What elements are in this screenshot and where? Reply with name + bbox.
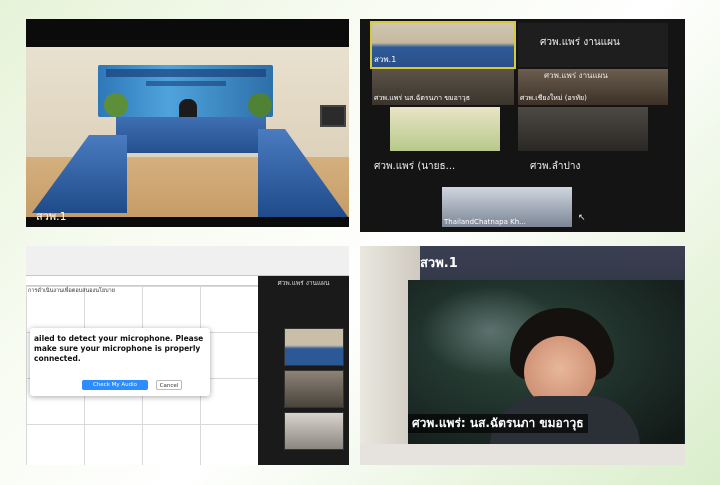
gallery-view-photo: สวพ.1 ศวพ.แพร่ งานแผน ศวพ.แพร่ นส.ฉัตรนภ…: [360, 19, 685, 232]
sheet-heading: การดำเนินงานเพื่อตอบสนองนโยบาย: [28, 288, 115, 294]
tile-name: ศวพ.ลำปาง: [530, 161, 581, 172]
tile-name: ศวพ.แพร่ งานแผน: [540, 37, 620, 48]
screen-bezel-bottom: [26, 217, 349, 227]
spreadsheet-ribbon: [26, 246, 349, 276]
gallery-tile-slide[interactable]: [390, 107, 500, 151]
cursor-icon: ↖: [578, 213, 586, 223]
plant-left: [104, 93, 128, 117]
tile-caption: ศวพ.แพร่ นส.ฉัตรนภา ขมอาวุธ: [374, 94, 470, 102]
tile-name: ศวพ.แพร่ งานแผน: [544, 71, 608, 80]
gallery-tile[interactable]: ศวพ.แพร่ นส.ฉัตรนภา ขมอาวุธ: [372, 69, 514, 105]
gallery-tile[interactable]: ThailandChatnapa Kh...: [442, 187, 572, 227]
tile-name: ศวพ.แพร่ (นายธ...: [374, 161, 456, 172]
speaker-name-label: ศวพ.แพร่: นส.ฉัตรนภา ขมอาวุธ: [408, 414, 588, 433]
room-label: สวพ.1: [420, 256, 458, 271]
video-panel: ศวพ.แพร่ งานแผน: [258, 276, 349, 465]
speaker-video-photo: สวพ.1 ศวพ.แพร่: นส.ฉัตรนภา ขมอาวุธ: [360, 246, 685, 465]
panel-title: ศวพ.แพร่ งานแผน: [277, 279, 330, 287]
gallery-tile[interactable]: ศวพ.แพร่ งานแผน ศวพ.เชียงใหม่ (อรทัย): [518, 69, 668, 105]
check-audio-devices-button[interactable]: Check My Audio Devices: [82, 380, 148, 398]
meeting-room-photo: สวพ.1: [26, 19, 349, 227]
microphone-error-dialog: ailed to detect your microphone. Please …: [30, 328, 210, 398]
dialog-message: ailed to detect your microphone. Please …: [34, 334, 204, 363]
monitor: [320, 105, 346, 127]
gallery-tile[interactable]: ศวพ.แพร่ งานแผน: [518, 23, 668, 67]
banner-subtext-block: [146, 81, 226, 86]
mini-video-tile[interactable]: [284, 412, 344, 450]
gallery-tile[interactable]: [518, 107, 648, 151]
screen-bezel-top: [26, 19, 349, 47]
tile-caption: ศวพ.เชียงใหม่ (อรทัย): [520, 94, 587, 102]
laptop-screen-photo: การดำเนินงานเพื่อตอบสนองนโยบาย ailed to …: [26, 246, 349, 465]
gallery-tile-room[interactable]: สวพ.1: [370, 21, 516, 69]
conference-table-back: [116, 117, 266, 153]
banner-text-block: [106, 69, 266, 77]
mini-video-tile[interactable]: [284, 370, 344, 408]
room-label: สวพ.1: [36, 210, 67, 223]
tile-caption: สวพ.1: [374, 55, 397, 64]
cancel-button[interactable]: Cancel: [156, 380, 182, 390]
bottom-strip: [360, 444, 685, 465]
tile-caption: ThailandChatnapa Kh...: [444, 218, 526, 226]
plant-right: [248, 93, 272, 117]
mini-video-tile[interactable]: [284, 328, 344, 366]
